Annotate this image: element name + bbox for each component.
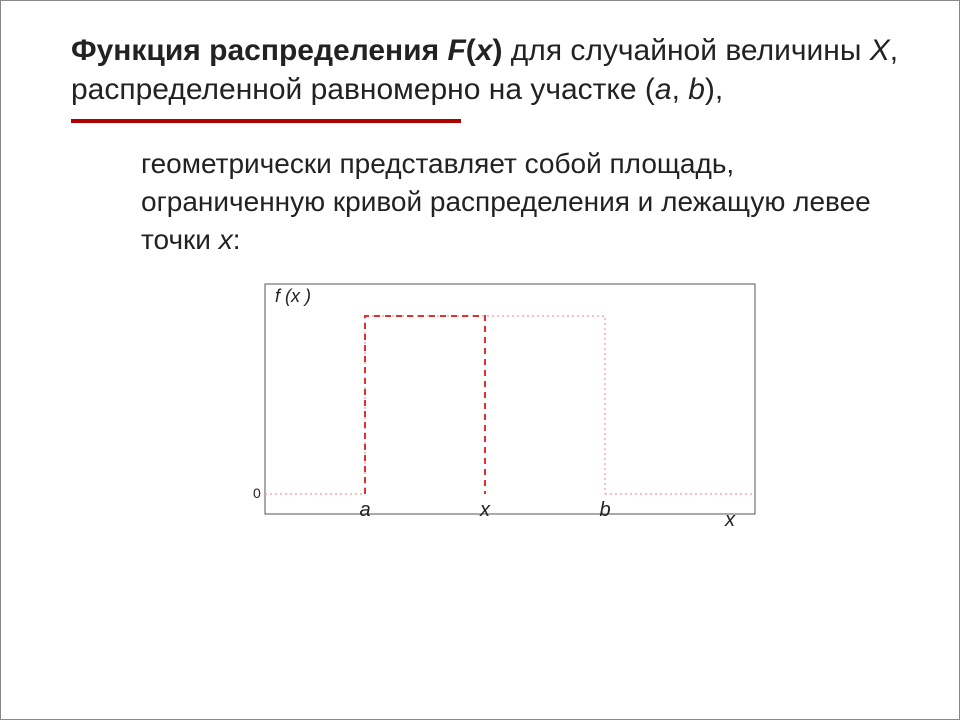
tick-x: x xyxy=(479,499,491,521)
title-F: F xyxy=(447,34,465,67)
chart-svg: f (x ) 0 x a x b xyxy=(225,276,765,536)
title-b: b xyxy=(688,73,705,106)
body-line: геометрически представляет собой площадь… xyxy=(141,148,871,255)
tick-a: a xyxy=(359,499,370,521)
title-x: x xyxy=(476,34,493,67)
plot-border xyxy=(265,284,755,514)
title-underline xyxy=(71,119,461,123)
slide: Функция распределения F(x) для случайной… xyxy=(0,0,960,720)
body-text: геометрически представляет собой площадь… xyxy=(141,145,879,258)
slide-title: Функция распределения F(x) для случайной… xyxy=(71,31,919,109)
shaded-region-outline xyxy=(365,316,485,494)
tick-b: b xyxy=(599,499,610,521)
x-axis-label: x xyxy=(724,509,736,531)
y-axis-label: f (x ) xyxy=(275,286,311,306)
title-bold: Функция распределения xyxy=(71,34,447,67)
title-rest: для случайной величины xyxy=(502,34,869,67)
title-X: X xyxy=(870,34,890,67)
body-x: x xyxy=(219,224,233,255)
origin-label: 0 xyxy=(253,485,261,501)
chart: f (x ) 0 x a x b xyxy=(71,276,919,536)
title-a: a xyxy=(655,73,672,106)
